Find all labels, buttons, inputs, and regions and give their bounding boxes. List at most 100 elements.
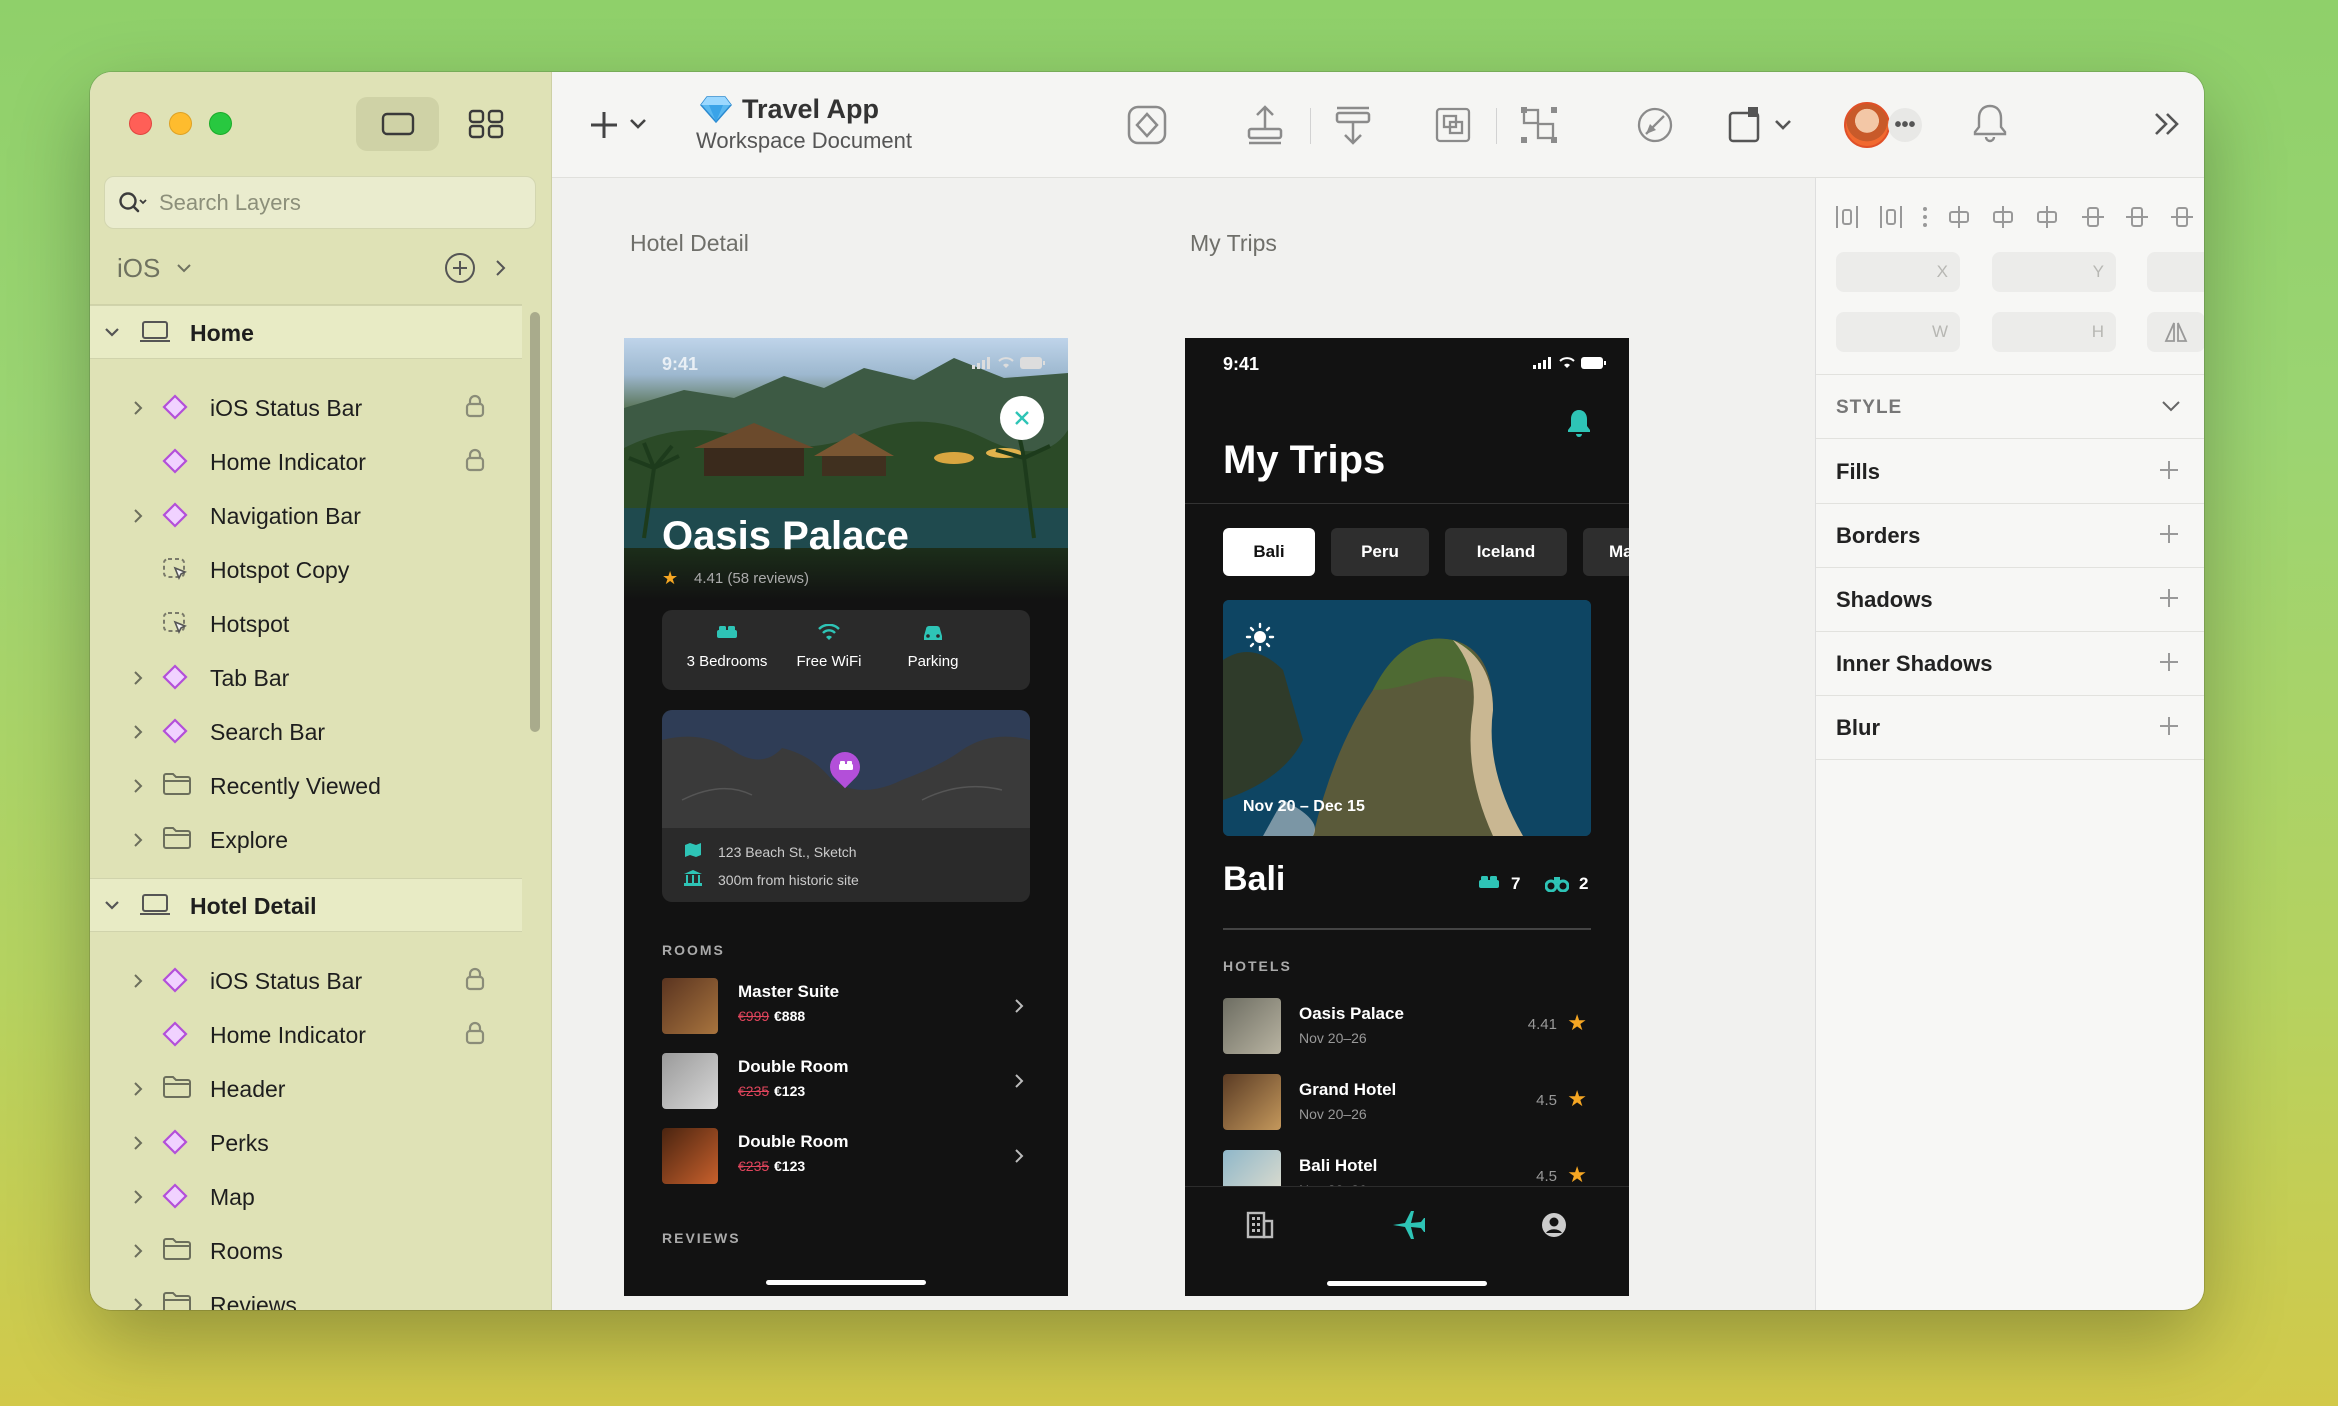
room-row[interactable]: Double Room €235 €123 xyxy=(662,1128,1030,1184)
chevron-right-icon[interactable] xyxy=(132,1296,144,1310)
layer-item[interactable]: Explore xyxy=(90,812,522,866)
chevron-down-icon[interactable] xyxy=(104,321,120,344)
layer-item[interactable]: Header xyxy=(90,1061,522,1115)
canvas-view-toggle[interactable] xyxy=(356,97,439,151)
canvas[interactable]: Hotel Detail My Trips 9:41 Oasis Palace … xyxy=(552,178,1815,1310)
style-section-fills[interactable]: Fills xyxy=(1816,440,2204,504)
page-name[interactable]: iOS xyxy=(117,253,160,284)
resize-menu-button[interactable] xyxy=(1724,100,1804,150)
map-card[interactable]: 123 Beach St., Sketch 300m from historic… xyxy=(662,710,1030,902)
chevron-right-icon[interactable] xyxy=(132,1080,144,1103)
layer-item[interactable]: Reviews xyxy=(90,1277,522,1310)
chevron-right-icon[interactable] xyxy=(132,777,144,800)
chevron-right-icon[interactable] xyxy=(132,669,144,692)
ungroup-button[interactable] xyxy=(1514,100,1564,150)
chevron-double-right-icon[interactable] xyxy=(2152,110,2182,138)
backward-button[interactable] xyxy=(1328,100,1378,150)
layers-scrollbar[interactable] xyxy=(530,312,540,732)
plus-icon[interactable] xyxy=(2157,714,2181,738)
chevron-right-icon[interactable] xyxy=(132,399,144,422)
layer-item[interactable]: Search Bar xyxy=(90,704,522,758)
plus-icon[interactable] xyxy=(2157,458,2181,482)
artboard-label-trips[interactable]: My Trips xyxy=(1190,230,1277,257)
chip[interactable]: Ma xyxy=(1583,528,1629,576)
chevron-right-icon[interactable] xyxy=(132,831,144,854)
layer-item[interactable]: Navigation Bar xyxy=(90,488,522,542)
style-section-blur[interactable]: Blur xyxy=(1816,696,2204,760)
forward-button[interactable] xyxy=(1240,100,1290,150)
grid-view-toggle[interactable] xyxy=(444,97,527,151)
lock-icon[interactable] xyxy=(465,967,485,996)
chip[interactable]: Peru xyxy=(1331,528,1429,576)
insert-button[interactable] xyxy=(588,104,668,144)
bell-icon[interactable] xyxy=(1566,408,1592,438)
trip-cover-image[interactable]: Nov 20 – Dec 15 xyxy=(1223,600,1591,836)
more-options-icon[interactable] xyxy=(1919,204,1931,230)
y-field[interactable]: Y xyxy=(1992,252,2116,292)
chevron-down-icon[interactable] xyxy=(2161,399,2181,413)
chevron-right-icon[interactable] xyxy=(132,972,144,995)
style-header-row[interactable]: STYLE xyxy=(1816,375,2204,439)
chip[interactable]: Iceland xyxy=(1445,528,1567,576)
flip-horizontal-button[interactable] xyxy=(2147,312,2204,352)
minimize-window-button[interactable] xyxy=(169,112,192,135)
plus-icon[interactable] xyxy=(2157,650,2181,674)
x-field[interactable]: X xyxy=(1836,252,1960,292)
plus-icon[interactable] xyxy=(2157,522,2181,546)
layer-item[interactable]: Map xyxy=(90,1169,522,1223)
close-window-button[interactable] xyxy=(129,112,152,135)
height-field[interactable]: H xyxy=(1992,312,2116,352)
width-field[interactable]: W xyxy=(1836,312,1960,352)
layer-group[interactable]: Home xyxy=(90,305,522,359)
chevron-right-icon[interactable] xyxy=(1014,998,1024,1014)
chevron-down-icon[interactable] xyxy=(176,262,192,274)
layer-item[interactable]: Hotspot Copy xyxy=(90,542,522,596)
close-button[interactable] xyxy=(1000,396,1044,440)
room-row[interactable]: Master Suite €999 €888 xyxy=(662,978,1030,1034)
chevron-right-icon[interactable] xyxy=(132,1134,144,1157)
bell-icon[interactable] xyxy=(1972,102,2008,144)
layer-item[interactable]: Rooms xyxy=(90,1223,522,1277)
layer-item[interactable]: Home Indicator xyxy=(90,434,522,488)
hotel-row[interactable]: Grand Hotel Nov 20–26 4.5 ★ xyxy=(1223,1074,1591,1130)
layer-item[interactable]: Hotspot xyxy=(90,596,522,650)
profile-icon[interactable] xyxy=(1540,1211,1568,1239)
style-section-borders[interactable]: Borders xyxy=(1816,504,2204,568)
lock-icon[interactable] xyxy=(465,448,485,477)
lock-icon[interactable] xyxy=(465,1021,485,1050)
layer-group[interactable]: Hotel Detail xyxy=(90,878,522,932)
chevron-right-icon[interactable] xyxy=(1014,1148,1024,1164)
chevron-right-icon[interactable] xyxy=(1014,1073,1024,1089)
building-icon[interactable] xyxy=(1245,1211,1275,1239)
layer-item[interactable]: Perks xyxy=(90,1115,522,1169)
artboard-label-hotel[interactable]: Hotel Detail xyxy=(630,230,749,257)
layer-item[interactable]: iOS Status Bar xyxy=(90,380,522,434)
airplane-icon[interactable] xyxy=(1391,1209,1425,1241)
align-center-horizontal-icon[interactable] xyxy=(1990,204,2016,230)
avatar[interactable] xyxy=(1844,102,1890,148)
chevron-right-icon[interactable] xyxy=(494,258,508,278)
layer-item[interactable]: Tab Bar xyxy=(90,650,522,704)
chevron-right-icon[interactable] xyxy=(132,1188,144,1211)
align-center-vertical-icon[interactable] xyxy=(2124,204,2150,230)
hotel-detail-artboard[interactable]: 9:41 Oasis Palace ★ 4.41 (58 reviews) 3 … xyxy=(624,338,1068,1296)
room-row[interactable]: Double Room €235 €123 xyxy=(662,1053,1030,1109)
hotel-row[interactable]: Oasis Palace Nov 20–26 4.41 ★ xyxy=(1223,998,1591,1054)
chevron-right-icon[interactable] xyxy=(132,1242,144,1265)
chevron-down-icon[interactable] xyxy=(104,894,120,917)
layer-item[interactable]: iOS Status Bar xyxy=(90,953,522,1007)
layer-item[interactable]: Home Indicator xyxy=(90,1007,522,1061)
group-button[interactable] xyxy=(1428,100,1478,150)
chip-selected[interactable]: Bali xyxy=(1223,528,1315,576)
lock-icon[interactable] xyxy=(465,394,485,423)
style-section-inner-shadows[interactable]: Inner Shadows xyxy=(1816,632,2204,696)
search-layers-field[interactable]: Search Layers xyxy=(104,176,536,229)
layer-item[interactable]: Recently Viewed xyxy=(90,758,522,812)
align-bottom-icon[interactable] xyxy=(2169,204,2195,230)
add-page-icon[interactable] xyxy=(443,251,477,285)
edit-button[interactable] xyxy=(1630,100,1680,150)
distribute-vertical-icon[interactable] xyxy=(1878,204,1904,230)
plus-icon[interactable] xyxy=(2157,586,2181,610)
distribute-horizontal-icon[interactable] xyxy=(1834,204,1860,230)
my-trips-artboard[interactable]: 9:41 My Trips Bali Peru Iceland Ma Nov 2… xyxy=(1185,338,1629,1296)
